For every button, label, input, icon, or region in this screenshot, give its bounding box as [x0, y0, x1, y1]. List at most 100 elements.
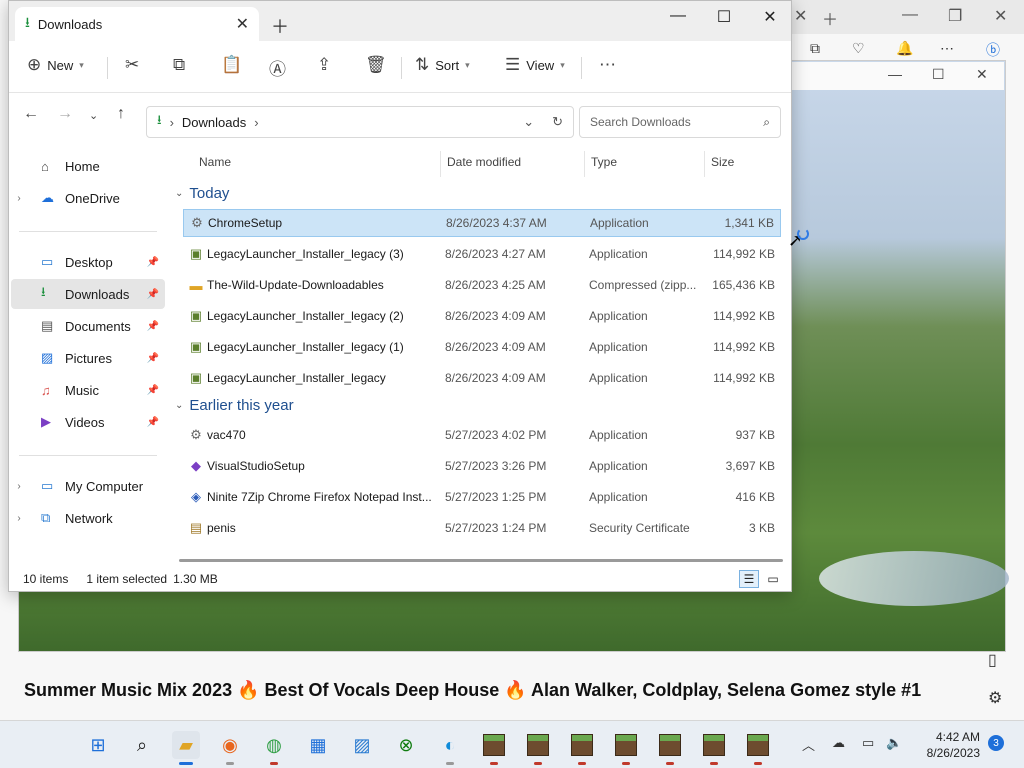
- new-button[interactable]: ⊕ New ▾: [27, 55, 84, 75]
- minecraft-icon[interactable]: [700, 731, 728, 765]
- pin-icon[interactable]: 📌: [147, 321, 159, 332]
- close-window-icon[interactable]: ✕: [994, 6, 1007, 26]
- table-row[interactable]: ▣ LegacyLauncher_Installer_legacy (1) 8/26…: [183, 333, 781, 361]
- table-row[interactable]: ⚙ ChromeSetup 8/26/2023 4:37 AM Application…: [183, 209, 781, 237]
- sidebar-item-desktop[interactable]: ▭ Desktop 📌: [11, 247, 165, 277]
- photos-icon[interactable]: ▨: [348, 731, 376, 759]
- forward-arrow-icon[interactable]: →: [57, 105, 73, 123]
- network-icon[interactable]: ▭: [862, 735, 874, 751]
- explorer-tab[interactable]: ⭳ Downloads ✕: [15, 7, 259, 41]
- sidebar-item-documents[interactable]: ▤ Documents 📌: [11, 311, 165, 341]
- column-header-name[interactable]: Name: [199, 155, 231, 169]
- minimize-icon[interactable]: —: [655, 7, 701, 25]
- volume-icon[interactable]: 🔈: [886, 735, 902, 751]
- address-bar[interactable]: ⭳ › Downloads › ⌄ ↻: [146, 106, 574, 138]
- column-header-date[interactable]: Date modified: [447, 155, 521, 169]
- expand-chevron-icon[interactable]: ›: [11, 481, 27, 492]
- minecraft-icon[interactable]: [656, 731, 684, 765]
- column-divider[interactable]: [704, 151, 705, 177]
- collapse-chevron-icon[interactable]: ⌄: [175, 188, 183, 199]
- table-row[interactable]: ▣ LegacyLauncher_Installer_legacy 8/26/202…: [183, 364, 781, 392]
- table-row[interactable]: ▣ LegacyLauncher_Installer_legacy (3) 8/26…: [183, 240, 781, 268]
- expand-chevron-icon[interactable]: ›: [11, 513, 27, 524]
- sidebar-item-onedrive[interactable]: › ☁ OneDrive: [11, 183, 165, 213]
- sidebar-item-home[interactable]: ⌂ Home: [11, 151, 165, 181]
- pin-icon[interactable]: 📌: [147, 289, 159, 300]
- pin-icon[interactable]: 📌: [147, 257, 159, 268]
- firefox-icon[interactable]: ◉: [216, 731, 244, 765]
- close-tab-icon[interactable]: ✕: [236, 14, 249, 34]
- xbox-icon[interactable]: ⊗: [392, 731, 420, 759]
- minecraft-icon[interactable]: [612, 731, 640, 765]
- minecraft-icon[interactable]: [568, 731, 596, 765]
- file-explorer-icon[interactable]: ▰: [172, 731, 200, 765]
- table-row[interactable]: ◈ Ninite 7Zip Chrome Firefox Notepad Inst…: [183, 483, 781, 511]
- restore-icon[interactable]: ☐: [932, 66, 945, 83]
- rename-button[interactable]: Ⓐ: [269, 55, 286, 80]
- minimize-icon[interactable]: —: [888, 66, 902, 82]
- maximize-icon[interactable]: ☐: [701, 7, 747, 27]
- expand-chevron-icon[interactable]: ›: [11, 193, 27, 204]
- details-view-icon[interactable]: ☰: [739, 570, 759, 588]
- breadcrumb-chevron-icon[interactable]: ›: [254, 115, 258, 130]
- breadcrumb-downloads[interactable]: Downloads: [182, 115, 246, 130]
- copy-button[interactable]: ⧉: [173, 55, 185, 75]
- close-window-icon[interactable]: ✕: [747, 7, 793, 27]
- back-arrow-icon[interactable]: ←: [23, 105, 39, 123]
- column-header-size[interactable]: Size: [711, 155, 734, 169]
- minecraft-icon[interactable]: [744, 731, 772, 765]
- table-row[interactable]: ◆ VisualStudioSetup 5/27/2023 3:26 PM Appli…: [183, 452, 781, 480]
- recent-chevron-icon[interactable]: ⌄: [89, 109, 98, 122]
- restore-icon[interactable]: ❐: [948, 6, 962, 26]
- new-tab-icon[interactable]: ＋: [822, 6, 838, 30]
- cloud-offline-icon[interactable]: ☁: [832, 735, 845, 751]
- close-icon[interactable]: ✕: [794, 6, 807, 26]
- table-row[interactable]: ▤ penis 5/27/2023 1:24 PM Security Certific…: [183, 514, 781, 542]
- new-tab-icon[interactable]: ＋: [271, 13, 289, 39]
- video-title[interactable]: Summer Music Mix 2023 🔥 Best Of Vocals D…: [24, 680, 921, 701]
- view-button[interactable]: ☰ View ▾: [505, 55, 565, 75]
- bing-icon[interactable]: ⓑ: [986, 40, 1000, 60]
- search-icon[interactable]: ⌕: [763, 115, 770, 130]
- tray-chevron-up-icon[interactable]: ︿: [802, 735, 815, 754]
- collapse-chevron-icon[interactable]: ⌄: [175, 400, 183, 411]
- up-arrow-icon[interactable]: ↑: [117, 105, 125, 123]
- notifications-icon[interactable]: 🔔: [896, 40, 913, 57]
- more-icon[interactable]: ⋯: [940, 40, 954, 57]
- column-header-type[interactable]: Type: [591, 155, 617, 169]
- sidebar-item-videos[interactable]: ▶ Videos 📌: [11, 407, 165, 437]
- store-icon[interactable]: ▦: [304, 731, 332, 759]
- sidebar-item-music[interactable]: ♫ Music 📌: [11, 375, 165, 405]
- settings-gear-icon[interactable]: ⚙: [988, 688, 1002, 708]
- sidebar-item-downloads[interactable]: ⭳ Downloads 📌: [11, 279, 165, 309]
- edge-icon[interactable]: ◐: [436, 731, 464, 765]
- more-options-button[interactable]: ⋯: [599, 55, 616, 75]
- sidebar-item-my-computer[interactable]: › ▭ My Computer: [11, 471, 165, 501]
- pin-icon[interactable]: 📌: [147, 385, 159, 396]
- sidebar-item-pictures[interactable]: ▨ Pictures 📌: [11, 343, 165, 373]
- group-header[interactable]: ⌄ Earlier this year: [175, 397, 294, 414]
- pin-icon[interactable]: 📌: [147, 417, 159, 428]
- minecraft-icon[interactable]: [524, 731, 552, 765]
- tiles-view-icon[interactable]: ▭: [763, 570, 783, 588]
- column-divider[interactable]: [584, 151, 585, 177]
- extensions-icon[interactable]: ♡: [852, 40, 865, 57]
- chrome-icon[interactable]: ◍: [260, 731, 288, 765]
- table-row[interactable]: ▬ The-Wild-Update-Downloadables 8/26/2023 …: [183, 271, 781, 299]
- delete-button[interactable]: 🗑: [365, 55, 387, 75]
- notification-badge[interactable]: 3: [988, 735, 1004, 751]
- refresh-icon[interactable]: ↻: [552, 114, 563, 130]
- pin-icon[interactable]: 📌: [147, 353, 159, 364]
- sidebar-toggle-icon[interactable]: ▯: [988, 650, 997, 670]
- collections-icon[interactable]: ⧉: [810, 40, 820, 57]
- sidebar-item-network[interactable]: › ⧉ Network: [11, 503, 165, 533]
- minecraft-icon[interactable]: [480, 731, 508, 765]
- close-icon[interactable]: ✕: [976, 66, 988, 83]
- cut-button[interactable]: ✂: [125, 55, 139, 75]
- minimize-icon[interactable]: —: [902, 6, 918, 24]
- start-windows-icon[interactable]: ⊞: [84, 731, 112, 759]
- column-divider[interactable]: [440, 151, 441, 177]
- sort-button[interactable]: ⇅ Sort ▾: [415, 55, 470, 75]
- address-history-chevron-icon[interactable]: ⌄: [523, 114, 534, 130]
- search-input[interactable]: Search Downloads ⌕: [579, 106, 781, 138]
